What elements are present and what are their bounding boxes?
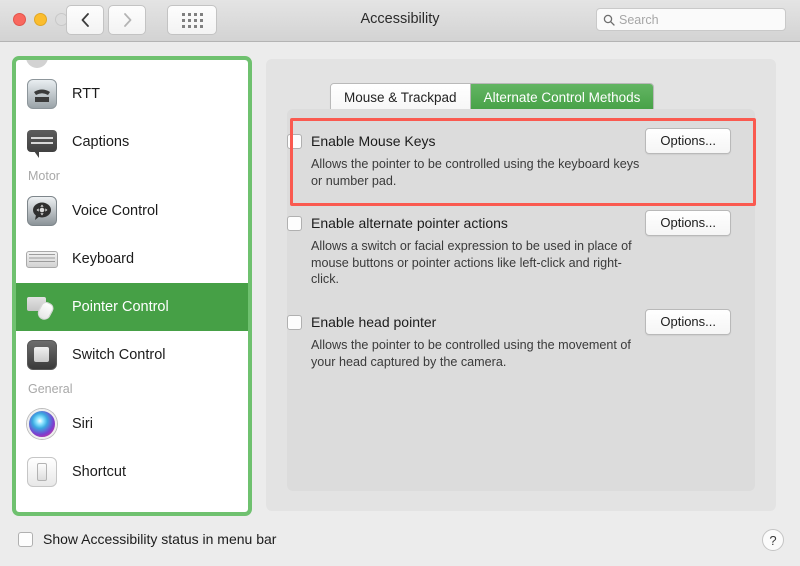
alternate-pointer-actions-options-button[interactable]: Options... bbox=[645, 210, 731, 236]
sidebar-highlight-annotation bbox=[12, 56, 252, 516]
tab-alternate-control-methods[interactable]: Alternate Control Methods bbox=[469, 84, 654, 112]
option-title: Enable alternate pointer actions bbox=[311, 215, 508, 231]
option-enable-alternate-pointer-actions: Enable alternate pointer actions Allows … bbox=[287, 210, 755, 288]
head-pointer-options-button[interactable]: Options... bbox=[645, 309, 731, 335]
search-field[interactable] bbox=[596, 8, 786, 31]
show-accessibility-status-label: Show Accessibility status in menu bar bbox=[43, 531, 277, 547]
option-description: Allows the pointer to be controlled usin… bbox=[311, 157, 640, 188]
show-accessibility-status-checkbox[interactable] bbox=[18, 531, 33, 547]
enable-head-pointer-checkbox[interactable] bbox=[287, 314, 302, 330]
option-description: Allows the pointer to be controlled usin… bbox=[311, 338, 631, 369]
accessibility-preferences-window: Accessibility RTT bbox=[0, 0, 800, 566]
window-titlebar: Accessibility bbox=[0, 0, 800, 42]
option-title: Enable head pointer bbox=[311, 314, 437, 330]
help-button[interactable]: ? bbox=[762, 529, 784, 551]
option-enable-head-pointer: Enable head pointer Allows the pointer t… bbox=[287, 309, 755, 370]
option-description: Allows a switch or facial expression to … bbox=[311, 239, 632, 286]
sidebar: RTT Captions Motor Voice Control Keyboar… bbox=[12, 56, 252, 516]
show-accessibility-status-row[interactable]: Show Accessibility status in menu bar bbox=[18, 531, 276, 547]
tab-mouse-trackpad[interactable]: Mouse & Trackpad bbox=[331, 84, 470, 112]
enable-alternate-pointer-actions-checkbox[interactable] bbox=[287, 215, 302, 231]
enable-mouse-keys-checkbox[interactable] bbox=[287, 133, 302, 149]
option-enable-mouse-keys: Enable Mouse Keys Allows the pointer to … bbox=[287, 128, 755, 189]
mouse-keys-options-button[interactable]: Options... bbox=[645, 128, 731, 154]
option-title: Enable Mouse Keys bbox=[311, 133, 436, 149]
search-icon bbox=[603, 14, 615, 26]
search-input[interactable] bbox=[619, 12, 779, 27]
content-panel: Mouse & Trackpad Alternate Control Metho… bbox=[266, 59, 776, 511]
options-container: Enable Mouse Keys Allows the pointer to … bbox=[287, 109, 755, 491]
